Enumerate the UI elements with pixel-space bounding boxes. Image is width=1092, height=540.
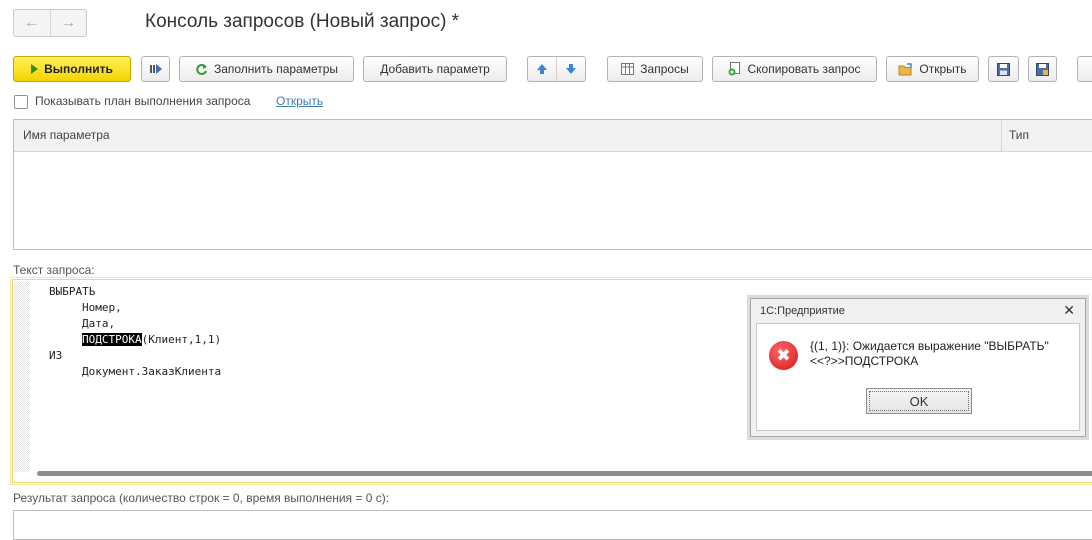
move-down-button[interactable] (557, 57, 585, 81)
add-param-label: Добавить параметр (380, 62, 490, 76)
queries-button[interactable]: Запросы (607, 56, 703, 82)
arrow-down-icon (566, 64, 576, 74)
nav-arrows: ← → (13, 9, 87, 37)
add-param-button[interactable]: Добавить параметр (363, 56, 507, 82)
save-button[interactable] (988, 56, 1019, 82)
play-icon (31, 64, 39, 74)
highlighted-keyword: ПОДСТРОКА (82, 333, 142, 346)
show-plan-label: Показывать план выполнения запроса (35, 94, 251, 108)
code-line: ИЗ (49, 349, 63, 362)
move-buttons (527, 56, 586, 82)
query-text-label: Текст запроса: (13, 263, 95, 277)
execute-button[interactable]: Выполнить (13, 56, 131, 82)
show-plan-checkbox[interactable] (14, 95, 28, 109)
code-line: ВЫБРАТЬ (49, 285, 96, 298)
back-arrow-icon[interactable]: ← (14, 10, 50, 36)
error-message-line1: {(1, 1)}: Ожидается выражение "ВЫБРАТЬ" (810, 339, 1049, 353)
dialog-body: ✖ {(1, 1)}: Ожидается выражение "ВЫБРАТЬ… (756, 323, 1080, 431)
code-line: ПОДСТРОКА(Клиент,1,1) (49, 333, 221, 346)
horizontal-scrollbar[interactable] (37, 471, 1092, 476)
parameters-table[interactable]: Имя параметра Тип (13, 119, 1092, 250)
ok-button[interactable]: OK (866, 388, 972, 414)
open-button[interactable]: Открыть (886, 56, 979, 82)
result-table[interactable] (13, 510, 1092, 540)
execute-to-cursor-button[interactable] (141, 56, 170, 82)
close-icon[interactable]: ✕ (1063, 302, 1075, 319)
code-line: Номер, (82, 301, 122, 314)
forward-arrow-icon[interactable]: → (49, 10, 87, 36)
code-line: Дата, (82, 317, 116, 330)
queries-label: Запросы (640, 62, 689, 76)
error-icon: ✖ (769, 341, 798, 370)
column-divider (1001, 120, 1002, 151)
refresh-icon (196, 63, 207, 75)
copy-query-label: Скопировать запрос (747, 62, 861, 76)
page-title: Консоль запросов (Новый запрос) * (145, 11, 460, 32)
move-up-button[interactable] (528, 57, 556, 81)
error-message-line2: <<?>>ПОДСТРОКА (810, 354, 919, 368)
arrow-up-icon (537, 64, 547, 74)
step-arrow-icon (149, 64, 162, 74)
open-plan-link[interactable]: Открыть (276, 94, 323, 108)
fill-params-button[interactable]: Заполнить параметры (179, 56, 354, 82)
floppy-disk-icon (997, 62, 1010, 76)
execute-label: Выполнить (44, 62, 113, 76)
column-param-name[interactable]: Имя параметра (23, 128, 110, 142)
error-dialog: 1С:Предприятие ✕ ✖ {(1, 1)}: Ожидается в… (750, 298, 1086, 437)
copy-query-button[interactable]: Скопировать запрос (712, 56, 877, 82)
editor-gutter (14, 281, 29, 472)
more-button[interactable] (1077, 56, 1092, 82)
floppy-disk-save-as-icon (1036, 62, 1049, 76)
open-label: Открыть (919, 62, 967, 76)
table-icon (621, 63, 635, 75)
query-code: ВЫБРАТЬ Номер, Дата, ПОДСТРОКА(Клиент,1,… (49, 284, 221, 380)
column-type[interactable]: Тип (1009, 128, 1029, 142)
save-as-button[interactable] (1028, 56, 1057, 82)
result-label: Результат запроса (количество строк = 0,… (13, 491, 390, 505)
error-message: {(1, 1)}: Ожидается выражение "ВЫБРАТЬ" … (810, 339, 1049, 369)
fill-params-label: Заполнить параметры (213, 62, 339, 76)
parameters-table-header: Имя параметра Тип (14, 120, 1092, 152)
code-line-rest: (Клиент,1,1) (141, 333, 222, 346)
copy-document-icon (728, 62, 741, 76)
dialog-title: 1С:Предприятие (760, 305, 845, 317)
folder-open-icon (898, 62, 913, 75)
code-line: Документ.ЗаказКлиента (82, 365, 222, 378)
